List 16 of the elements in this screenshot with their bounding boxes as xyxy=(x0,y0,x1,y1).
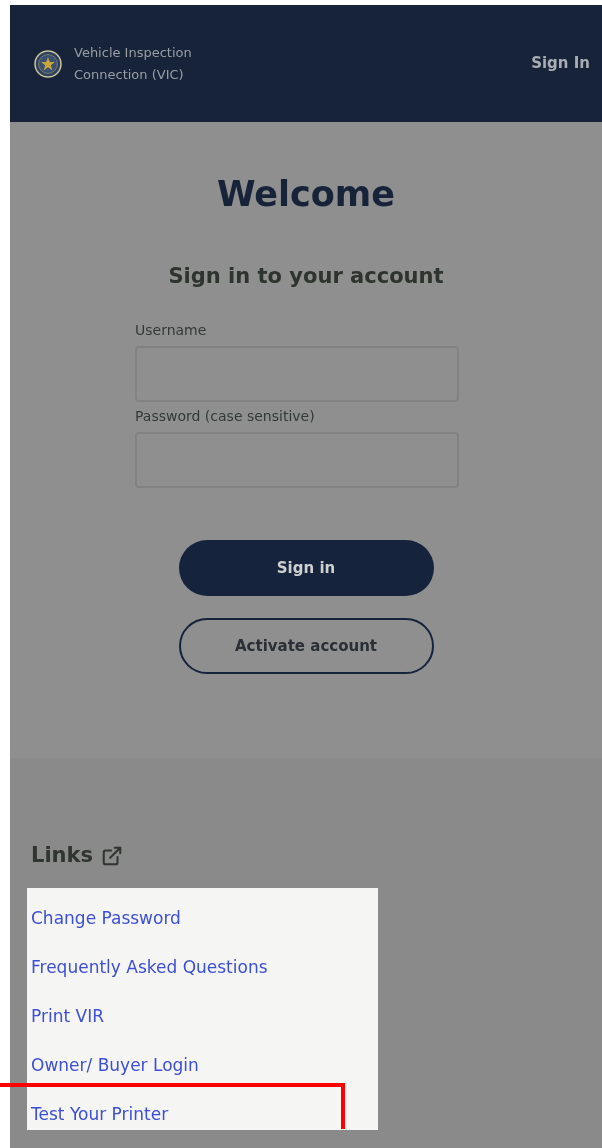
field-label: Password (case sensitive) xyxy=(135,407,316,426)
welcome-heading: Welcome xyxy=(216,173,396,216)
sign-in-link[interactable]: Sign In xyxy=(531,52,590,75)
link[interactable]: Print VIR xyxy=(31,1004,104,1028)
field-label: Username xyxy=(135,321,208,340)
sign-in-heading: Sign in to your account xyxy=(168,263,444,290)
link[interactable]: Frequently Asked Questions xyxy=(31,955,268,979)
activate-account-button[interactable]: Activate account xyxy=(178,618,434,674)
links-heading: Links xyxy=(31,842,93,869)
site-title[interactable]: Vehicle Inspection Connection (VIC) xyxy=(74,41,224,86)
link[interactable]: Change Password xyxy=(31,906,181,930)
external-link-icon xyxy=(101,844,123,867)
link[interactable]: Owner/ Buyer Login xyxy=(31,1053,199,1077)
seal-icon xyxy=(34,49,62,78)
sign-in-button[interactable]: Sign in xyxy=(178,540,434,596)
link[interactable]: Test Your Printer xyxy=(31,1102,169,1126)
